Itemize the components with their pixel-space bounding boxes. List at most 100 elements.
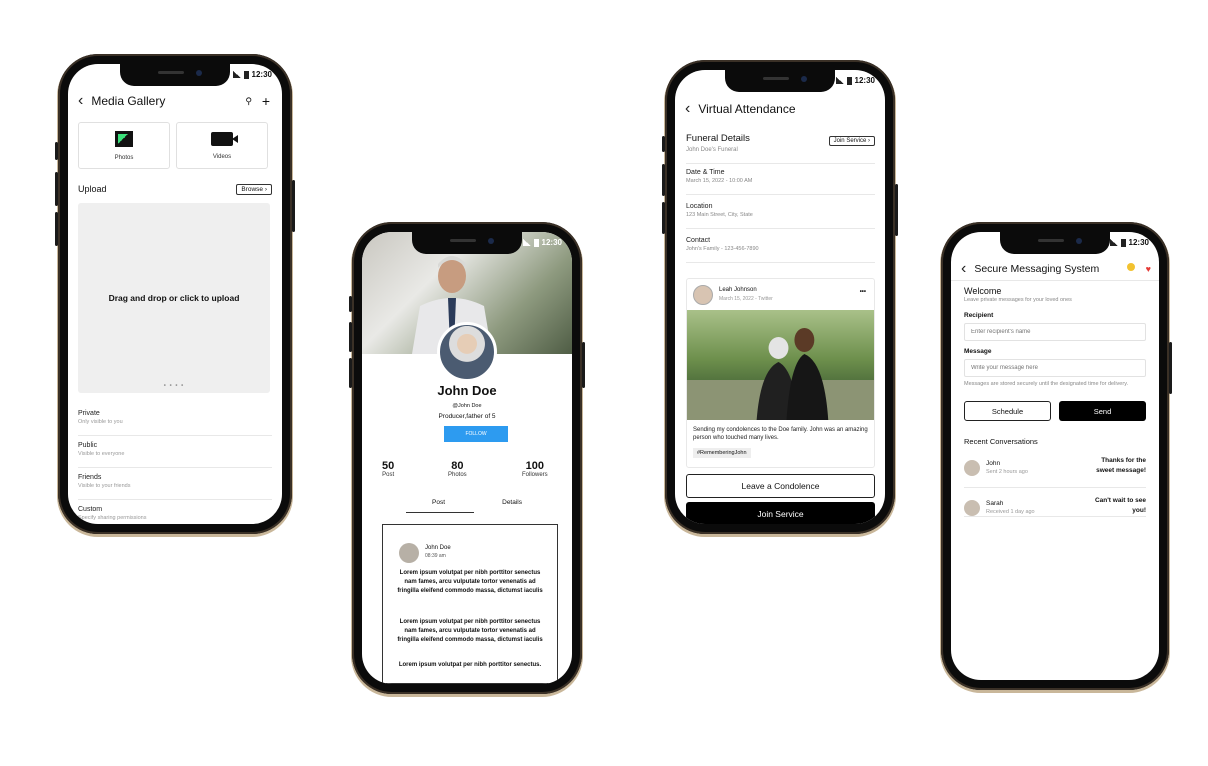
details-sub: John Doe's Funeral — [686, 147, 738, 153]
welcome-heading: Welcome — [964, 286, 1002, 296]
photos-icon — [115, 130, 133, 147]
option-sub: Specify sharing permissions — [78, 515, 147, 521]
upload-heading: Upload — [78, 184, 107, 194]
recipient-label: Recipient — [964, 312, 994, 319]
conversation-name: John — [986, 460, 1001, 467]
heart-icon[interactable]: ♥ — [1146, 264, 1151, 274]
avatar — [964, 460, 980, 476]
privacy-option-private[interactable]: Private Only visible to you — [78, 410, 272, 442]
info-value: March 15, 2022 - 10:00 AM — [686, 178, 753, 184]
back-icon[interactable]: ‹ — [685, 100, 690, 118]
conversation-message: Thanks for the sweet message! — [1096, 457, 1146, 474]
screen: 12:30 ‹ Media Gallery ⚲ + Photos Videos … — [68, 64, 282, 524]
dropzone-text: Drag and drop or click to upload — [108, 293, 240, 303]
more-options-icon[interactable]: ••• — [860, 289, 866, 295]
phone-virtual-attendance: 12:30 ‹ Virtual Attendance Funeral Detai… — [662, 60, 898, 534]
message-input[interactable] — [964, 359, 1146, 377]
post-photo — [687, 310, 874, 420]
emoji-icon[interactable] — [1127, 263, 1135, 271]
conversation-item[interactable]: John Sent 2 hours ago Thanks for the swe… — [964, 454, 1146, 484]
tab-details[interactable]: Details — [502, 499, 522, 506]
stat-value: 50 — [382, 460, 395, 472]
video-camera-icon — [211, 131, 238, 146]
carousel-dots: • • • • — [163, 383, 185, 389]
tab-post[interactable]: Post — [432, 499, 445, 506]
stat-value: 80 — [451, 460, 464, 472]
post-card: John Doe 08:39 am Lorem ipsum volutpat p… — [382, 524, 558, 684]
storage-note: Messages are stored securely until the d… — [964, 381, 1129, 387]
active-tab-indicator — [406, 512, 474, 513]
post-paragraph: Lorem ipsum volutpat per nibh porttitor … — [398, 662, 542, 668]
photos-label: Photos — [114, 154, 134, 161]
stat-followers[interactable]: 100 Followers — [522, 460, 548, 478]
upload-dropzone[interactable]: Drag and drop or click to upload • • • • — [78, 203, 270, 393]
page-title: Virtual Attendance — [698, 102, 796, 116]
info-label: Contact — [686, 237, 711, 244]
post-hashtag[interactable]: #RememberingJohn — [693, 448, 751, 458]
phone-secure-messaging: 12:30 ‹ Secure Messaging System ♥ Welcom… — [941, 222, 1172, 690]
option-label: Custom — [78, 506, 103, 513]
recent-heading: Recent Conversations — [964, 437, 1038, 446]
post-author: Leah Johnson — [719, 287, 757, 293]
stat-label: Photos — [448, 472, 467, 478]
conversation-message: Can't wait to see you! — [1094, 497, 1146, 514]
info-value: John's Family - 123-456-7890 — [686, 246, 759, 252]
add-icon[interactable]: + — [262, 93, 270, 109]
photos-tile[interactable]: Photos — [78, 122, 170, 169]
status-bar: 12:30 — [232, 70, 272, 79]
post-avatar — [399, 543, 419, 563]
status-bar: 12:30 — [835, 76, 875, 85]
privacy-option-friends[interactable]: Friends Visible to your friends — [78, 474, 272, 506]
option-label: Friends — [78, 474, 102, 481]
info-label: Date & Time — [686, 169, 725, 176]
stat-label: Followers — [522, 472, 548, 478]
profile-avatar[interactable] — [437, 322, 497, 382]
stat-value: 100 — [525, 460, 545, 472]
privacy-option-public[interactable]: Public Visible to everyone — [78, 442, 272, 474]
phone-media-gallery: 12:30 ‹ Media Gallery ⚲ + Photos Videos … — [55, 54, 295, 534]
info-location: Location 123 Main Street, City, State — [686, 203, 875, 218]
profile-bio: Producer,father of 5 — [438, 413, 496, 420]
post-paragraph: Lorem ipsum volutpat per nibh porttitor … — [397, 619, 543, 643]
send-button[interactable]: Send — [1059, 401, 1146, 421]
conversation-item[interactable]: Sarah Received 1 day ago Can't wait to s… — [964, 494, 1146, 524]
status-time: 12:30 — [1128, 238, 1149, 247]
recipient-input[interactable] — [964, 323, 1146, 341]
follow-button[interactable]: FOLLOW — [444, 426, 508, 442]
phone-profile: 12:30 John Doe @John Doe Producer,father… — [349, 222, 585, 694]
option-label: Private — [78, 410, 100, 417]
videos-tile[interactable]: Videos — [176, 122, 268, 169]
back-icon[interactable]: ‹ — [961, 260, 966, 278]
post-author: John Doe — [425, 545, 451, 551]
welcome-sub: Leave private messages for your loved on… — [964, 297, 1072, 303]
avatar — [964, 500, 980, 516]
option-sub: Visible to everyone — [78, 451, 125, 457]
stat-posts[interactable]: 50 Post — [382, 460, 394, 478]
option-label: Public — [78, 442, 98, 449]
post-paragraph: Lorem ipsum volutpat per nibh porttitor … — [397, 570, 543, 594]
stat-photos[interactable]: 80 Photos — [448, 460, 467, 478]
search-icon[interactable]: ⚲ — [245, 96, 252, 107]
info-contact: Contact John's Family - 123-456-7890 — [686, 237, 875, 252]
schedule-button[interactable]: Schedule — [964, 401, 1051, 421]
privacy-option-custom[interactable]: Custom Specify sharing permissions — [78, 506, 272, 524]
post-text: Sending my condolences to the Doe family… — [693, 427, 868, 441]
videos-label: Videos — [212, 153, 232, 160]
screen: 12:30 ‹ Virtual Attendance Funeral Detai… — [675, 70, 885, 524]
status-time: 12:30 — [251, 70, 272, 79]
browse-label: Browse — [241, 186, 264, 193]
conversation-time: Sent 2 hours ago — [986, 469, 1028, 475]
leave-condolence-button[interactable]: Leave a Condolence — [686, 474, 875, 498]
page-title: Secure Messaging System — [974, 263, 1100, 275]
browse-button[interactable]: Browse › — [236, 184, 272, 195]
message-label: Message — [964, 348, 992, 355]
info-date-time: Date & Time March 15, 2022 - 10:00 AM — [686, 169, 875, 184]
conversation-time: Received 1 day ago — [986, 509, 1035, 515]
option-sub: Only visible to you — [78, 419, 123, 425]
post-meta: March 15, 2022 - Twitter — [719, 296, 773, 302]
join-service-small-button[interactable]: Join Service › — [828, 136, 875, 146]
condolence-post-card: Leah Johnson March 15, 2022 - Twitter ••… — [686, 278, 875, 468]
join-service-button[interactable]: Join Service — [686, 502, 875, 524]
screen: 12:30 ‹ Secure Messaging System ♥ Welcom… — [951, 232, 1159, 680]
back-icon[interactable]: ‹ — [78, 92, 83, 110]
